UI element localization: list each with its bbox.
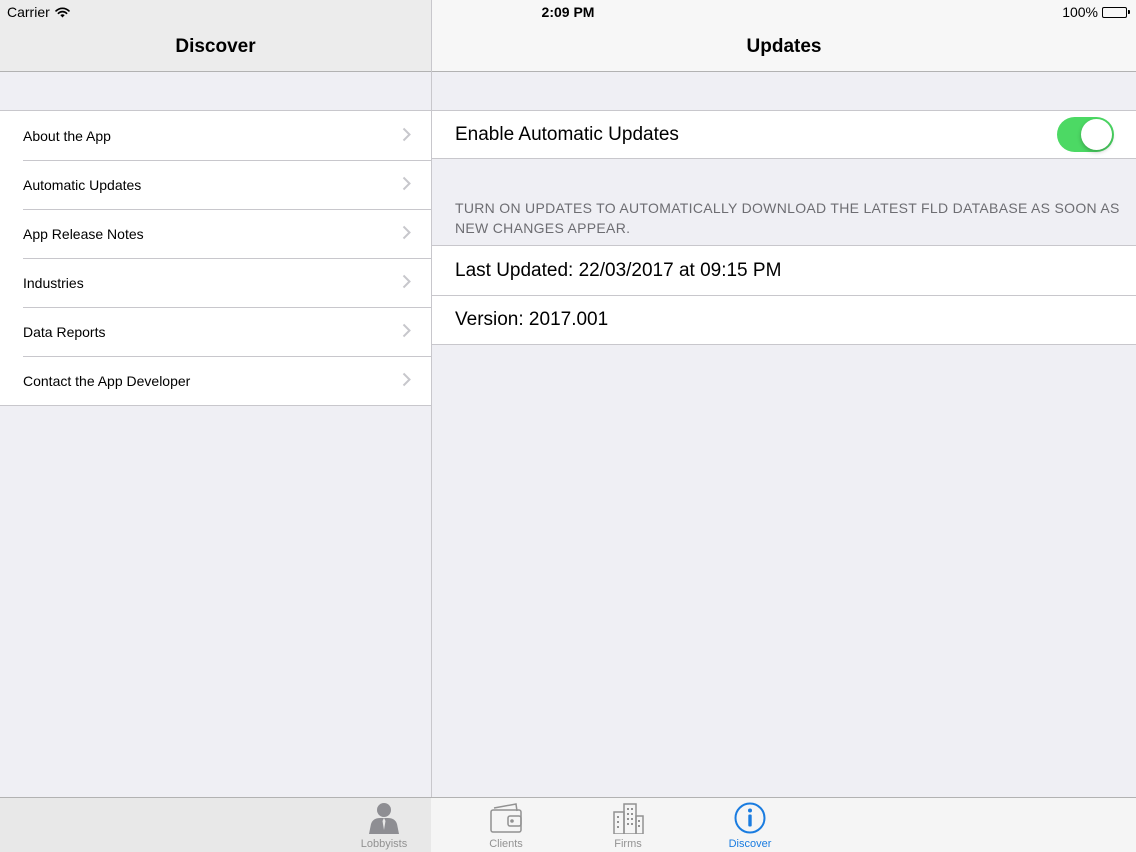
chevron-right-icon (402, 225, 411, 240)
last-updated-text: Last Updated: 22/03/2017 at 09:15 PM (455, 259, 782, 281)
menu-item-label: Contact the App Developer (23, 372, 191, 389)
battery-percentage: 100% (1062, 4, 1098, 20)
menu-item-label: Industries (23, 274, 84, 291)
tab-label: Firms (614, 838, 642, 850)
tab-lobbyists[interactable]: Lobbyists (339, 800, 429, 852)
chevron-right-icon (402, 274, 411, 289)
chevron-right-icon (402, 176, 411, 191)
version-row: Version: 2017.001 (432, 295, 1136, 344)
last-updated-row: Last Updated: 22/03/2017 at 09:15 PM (432, 246, 1136, 295)
tab-label: Lobbyists (360, 838, 408, 850)
tab-discover[interactable]: Discover (705, 800, 795, 852)
menu-item-industries[interactable]: Industries (0, 258, 431, 307)
tab-label: Clients (489, 838, 523, 850)
battery-indicator: 100% (1062, 4, 1130, 20)
discover-menu: About the App Automatic Updates App Rele… (0, 110, 431, 406)
chevron-right-icon (402, 372, 411, 387)
updates-description: TURN ON UPDATES TO AUTOMATICALLY DOWNLOA… (455, 200, 1120, 236)
master-title: Discover (175, 36, 256, 57)
status-time: 2:09 PM (541, 4, 595, 20)
menu-item-contact-developer[interactable]: Contact the App Developer (0, 356, 431, 405)
detail-title: Updates (746, 36, 822, 57)
automatic-updates-cell: Enable Automatic Updates (432, 110, 1136, 159)
version-text: Version: 2017.001 (455, 308, 609, 330)
automatic-updates-switch[interactable] (1057, 117, 1114, 152)
menu-item-release-notes[interactable]: App Release Notes (0, 209, 431, 258)
menu-item-label: Data Reports (23, 323, 106, 340)
chevron-right-icon (402, 127, 411, 142)
chevron-right-icon (402, 323, 411, 338)
battery-icon (1102, 6, 1130, 18)
info-icon (734, 802, 766, 834)
automatic-updates-label: Enable Automatic Updates (455, 123, 679, 145)
status-bar: Carrier 2:09 PM 100% (0, 0, 1136, 24)
tab-label: Discover (728, 838, 772, 850)
switch-knob (1081, 119, 1112, 150)
menu-item-automatic-updates[interactable]: Automatic Updates (0, 160, 431, 209)
building-icon (613, 803, 644, 834)
tab-clients[interactable]: Clients (461, 800, 551, 852)
menu-item-about-app[interactable]: About the App (0, 111, 431, 160)
menu-item-label: App Release Notes (23, 225, 144, 242)
tab-firms[interactable]: Firms (583, 800, 673, 852)
person-icon (369, 803, 399, 834)
detail-pane: Updates Enable Automatic Updates TURN ON… (432, 0, 1136, 797)
menu-item-label: About the App (23, 127, 111, 144)
wallet-icon (490, 803, 522, 833)
master-pane: Discover About the App Automatic Updates… (0, 0, 431, 797)
menu-item-label: Automatic Updates (23, 176, 142, 193)
menu-item-data-reports[interactable]: Data Reports (0, 307, 431, 356)
update-info-group: Last Updated: 22/03/2017 at 09:15 PM Ver… (432, 245, 1136, 345)
tab-bar: Lobbyists Clients Firms Discover (0, 797, 1136, 852)
